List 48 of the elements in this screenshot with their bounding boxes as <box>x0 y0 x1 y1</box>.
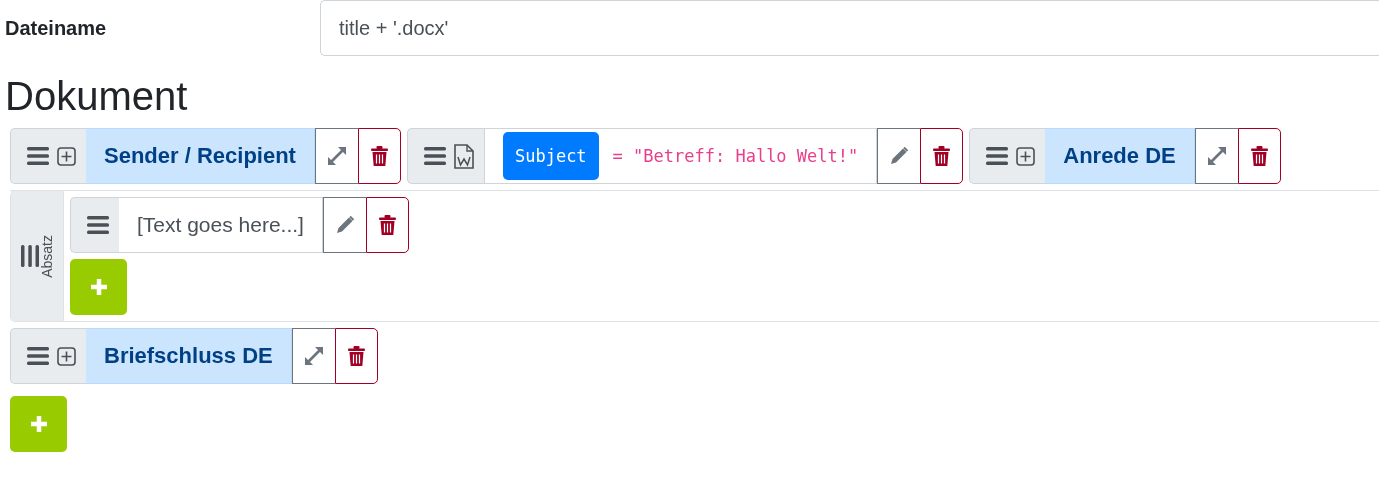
menu-icon <box>423 147 446 165</box>
group-handle[interactable]: Absatz <box>11 191 64 321</box>
expand-button[interactable] <box>291 328 335 384</box>
field-label: Dateiname <box>5 16 108 40</box>
drag-handle[interactable] <box>70 197 119 253</box>
variable-tag: Subject <box>502 132 599 180</box>
drag-handle[interactable] <box>406 128 484 184</box>
plus-square-icon <box>57 146 76 166</box>
section-heading: Dokument <box>5 73 189 120</box>
expand-button[interactable] <box>314 128 358 184</box>
trash-icon <box>347 346 365 366</box>
plus-square-icon <box>1016 146 1036 166</box>
delete-button[interactable] <box>365 197 409 253</box>
expand-icon <box>1206 146 1227 166</box>
group-label: Absatz <box>39 234 55 278</box>
delete-button[interactable] <box>1237 128 1281 184</box>
pencil-icon <box>334 215 355 235</box>
trash-icon <box>1250 146 1268 166</box>
expand-button[interactable] <box>1194 128 1238 184</box>
delete-button[interactable] <box>334 328 378 384</box>
trash-icon <box>370 146 388 166</box>
menu-icon <box>21 245 39 267</box>
delete-button[interactable] <box>920 128 964 184</box>
menu-icon <box>27 347 49 365</box>
delete-button[interactable] <box>357 128 401 184</box>
drag-handle[interactable] <box>10 328 86 384</box>
drag-handle[interactable] <box>10 128 86 184</box>
plus-icon <box>89 278 108 296</box>
expand-icon <box>303 346 324 366</box>
menu-icon <box>986 147 1009 165</box>
block-label: Sender / Recipient <box>86 128 315 184</box>
plus-icon <box>29 415 48 433</box>
pencil-icon <box>889 146 910 166</box>
block-label: Anrede DE <box>1045 128 1195 184</box>
edit-button[interactable] <box>877 128 921 184</box>
drag-handle[interactable] <box>969 128 1046 184</box>
word-document-icon <box>453 143 474 169</box>
filename-field[interactable]: title + '.docx' <box>320 0 1379 56</box>
paragraph-text: [Text goes here...] <box>119 197 323 253</box>
trash-icon <box>378 215 396 235</box>
trash-icon <box>933 146 951 166</box>
edit-button[interactable] <box>322 197 366 253</box>
menu-icon <box>27 147 49 165</box>
variable-value: = "Betreff: Hallo Welt!" <box>612 146 859 166</box>
block-label: Briefschluss DE <box>86 328 292 384</box>
plus-square-icon <box>57 346 76 366</box>
expand-icon <box>326 146 347 166</box>
menu-icon <box>87 216 109 234</box>
